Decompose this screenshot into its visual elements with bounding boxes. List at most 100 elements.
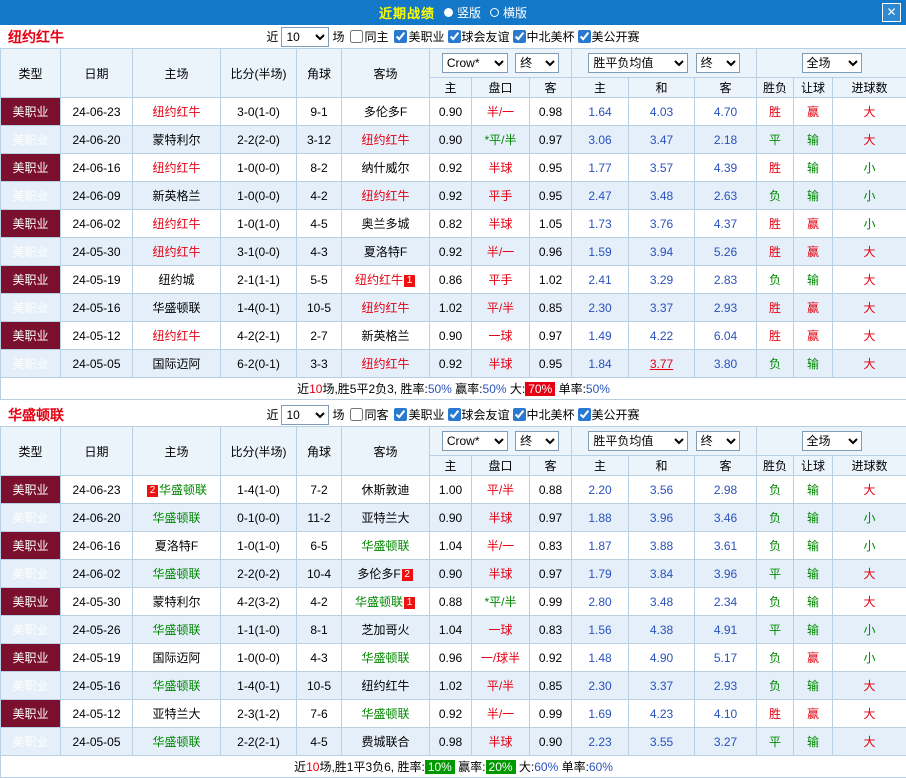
- team-name: 纽约红牛: [152, 105, 200, 119]
- team-name: 纽约红牛: [152, 329, 200, 343]
- result-wdl: 平: [757, 560, 794, 588]
- league-checkbox[interactable]: [513, 30, 526, 43]
- league-checkbox[interactable]: [578, 30, 591, 43]
- subcol-goals: 进球数: [833, 78, 906, 98]
- col-away: 客场: [342, 427, 430, 476]
- result-handicap: 赢: [794, 210, 833, 238]
- date-cell: 24-06-20: [61, 504, 133, 532]
- ah-line: 一球: [472, 616, 530, 644]
- team-name: 华盛顿联: [159, 483, 207, 497]
- home-team-cell: 新英格兰: [133, 182, 221, 210]
- same-venue-checkbox[interactable]: [350, 408, 363, 421]
- league-filter[interactable]: 美职业: [394, 28, 444, 45]
- league-filter[interactable]: 中北美杯: [513, 406, 575, 423]
- ah-line: 半球: [472, 350, 530, 378]
- ah-away-odds: 0.97: [530, 560, 572, 588]
- corner-cell: 3-3: [297, 350, 342, 378]
- result-goals: 大: [833, 98, 906, 126]
- league-filter[interactable]: 中北美杯: [513, 28, 575, 45]
- result-handicap: 输: [794, 560, 833, 588]
- bookmaker-select[interactable]: Crow*: [442, 431, 508, 451]
- handicap-state-select[interactable]: 终: [515, 431, 559, 451]
- home-team-cell: 纽约红牛: [133, 238, 221, 266]
- league-checkbox[interactable]: [394, 30, 407, 43]
- radio-unselected-icon: [490, 8, 499, 17]
- team-name: 纳什威尔: [361, 161, 409, 175]
- ah-home-odds: 1.02: [430, 672, 472, 700]
- league-checkbox[interactable]: [448, 408, 461, 421]
- col-corner: 角球: [297, 49, 342, 98]
- close-button[interactable]: ✕: [882, 3, 901, 22]
- odds-state-select[interactable]: 终: [696, 431, 740, 451]
- window-title: 近期战绩: [379, 3, 435, 22]
- league-checkbox-label: 美职业: [408, 28, 444, 45]
- odds-draw: 4.22: [629, 322, 695, 350]
- result-goals: 小: [833, 644, 906, 672]
- result-wdl: 胜: [757, 700, 794, 728]
- table-row: 美职业24-05-30蒙特利尔4-2(3-2)4-2华盛顿联10.88*平/半0…: [1, 588, 906, 616]
- result-handicap: 输: [794, 182, 833, 210]
- result-handicap: 赢: [794, 238, 833, 266]
- subcol-odds-home: 主: [572, 456, 629, 476]
- odds-state-select[interactable]: 终: [696, 53, 740, 73]
- odds-away: 2.34: [695, 588, 757, 616]
- result-goals: 大: [833, 560, 906, 588]
- ah-line: 半球: [472, 504, 530, 532]
- result-goals: 大: [833, 350, 906, 378]
- layout-option-horizontal[interactable]: 横版: [490, 4, 527, 21]
- league-filter[interactable]: 球会友谊: [448, 28, 510, 45]
- ah-line: 半/一: [472, 98, 530, 126]
- score-cell: 0-1(0-0): [221, 504, 297, 532]
- league-checkbox[interactable]: [394, 408, 407, 421]
- odds-home: 1.73: [572, 210, 629, 238]
- team-name: 亚特兰大: [152, 707, 200, 721]
- ah-home-odds: 0.92: [430, 350, 472, 378]
- ah-away-odds: 0.83: [530, 616, 572, 644]
- league-checkbox[interactable]: [448, 30, 461, 43]
- same-venue-filter[interactable]: 同主: [350, 28, 388, 45]
- team-name: 多伦多F: [357, 567, 400, 581]
- summary-segment: 50%: [586, 382, 610, 396]
- score-cell: 2-2(2-0): [221, 126, 297, 154]
- league-filter[interactable]: 球会友谊: [448, 406, 510, 423]
- result-goals: 大: [833, 294, 906, 322]
- league-cell: 美职业: [1, 588, 61, 616]
- away-team-cell: 纽约红牛: [342, 350, 430, 378]
- ah-away-odds: 0.99: [530, 700, 572, 728]
- odds-draw: 3.76: [629, 210, 695, 238]
- odds-away: 3.80: [695, 350, 757, 378]
- league-filter[interactable]: 美公开赛: [578, 28, 640, 45]
- team-name: 蒙特利尔: [152, 133, 200, 147]
- team-name: 费城联合: [361, 735, 409, 749]
- red-card-badge: 1: [404, 275, 415, 287]
- subcol-odds-draw: 和: [629, 78, 695, 98]
- summary-segment: 20%: [486, 760, 516, 774]
- same-venue-filter[interactable]: 同客: [350, 406, 388, 423]
- result-wdl: 平: [757, 126, 794, 154]
- league-filter[interactable]: 美职业: [394, 406, 444, 423]
- layout-option-vertical[interactable]: 竖版: [444, 4, 481, 21]
- bookmaker-select[interactable]: Crow*: [442, 53, 508, 73]
- subcol-wdl: 胜负: [757, 78, 794, 98]
- score-cell: 1-0(0-0): [221, 182, 297, 210]
- odds-type-select[interactable]: 胜平负均值: [588, 431, 688, 451]
- league-filter[interactable]: 美公开赛: [578, 406, 640, 423]
- date-cell: 24-06-02: [61, 560, 133, 588]
- league-checkbox[interactable]: [578, 408, 591, 421]
- scope-select[interactable]: 全场: [802, 431, 862, 451]
- same-venue-checkbox[interactable]: [350, 30, 363, 43]
- odds-type-select[interactable]: 胜平负均值: [588, 53, 688, 73]
- odds-draw: 3.57: [629, 154, 695, 182]
- match-count-select[interactable]: 10: [281, 27, 329, 47]
- result-goals: 小: [833, 504, 906, 532]
- league-checkbox[interactable]: [513, 408, 526, 421]
- result-handicap: 赢: [794, 98, 833, 126]
- scope-select[interactable]: 全场: [802, 53, 862, 73]
- corner-cell: 3-12: [297, 126, 342, 154]
- score-cell: 1-0(1-0): [221, 210, 297, 238]
- handicap-state-select[interactable]: 终: [515, 53, 559, 73]
- summary-cell: 近10场,胜1平3负6, 胜率:10% 赢率:20% 大:60% 单率:60%: [1, 756, 906, 778]
- match-count-select[interactable]: 10: [281, 405, 329, 425]
- team-name: 华盛顿联: [152, 735, 200, 749]
- result-goals: 大: [833, 588, 906, 616]
